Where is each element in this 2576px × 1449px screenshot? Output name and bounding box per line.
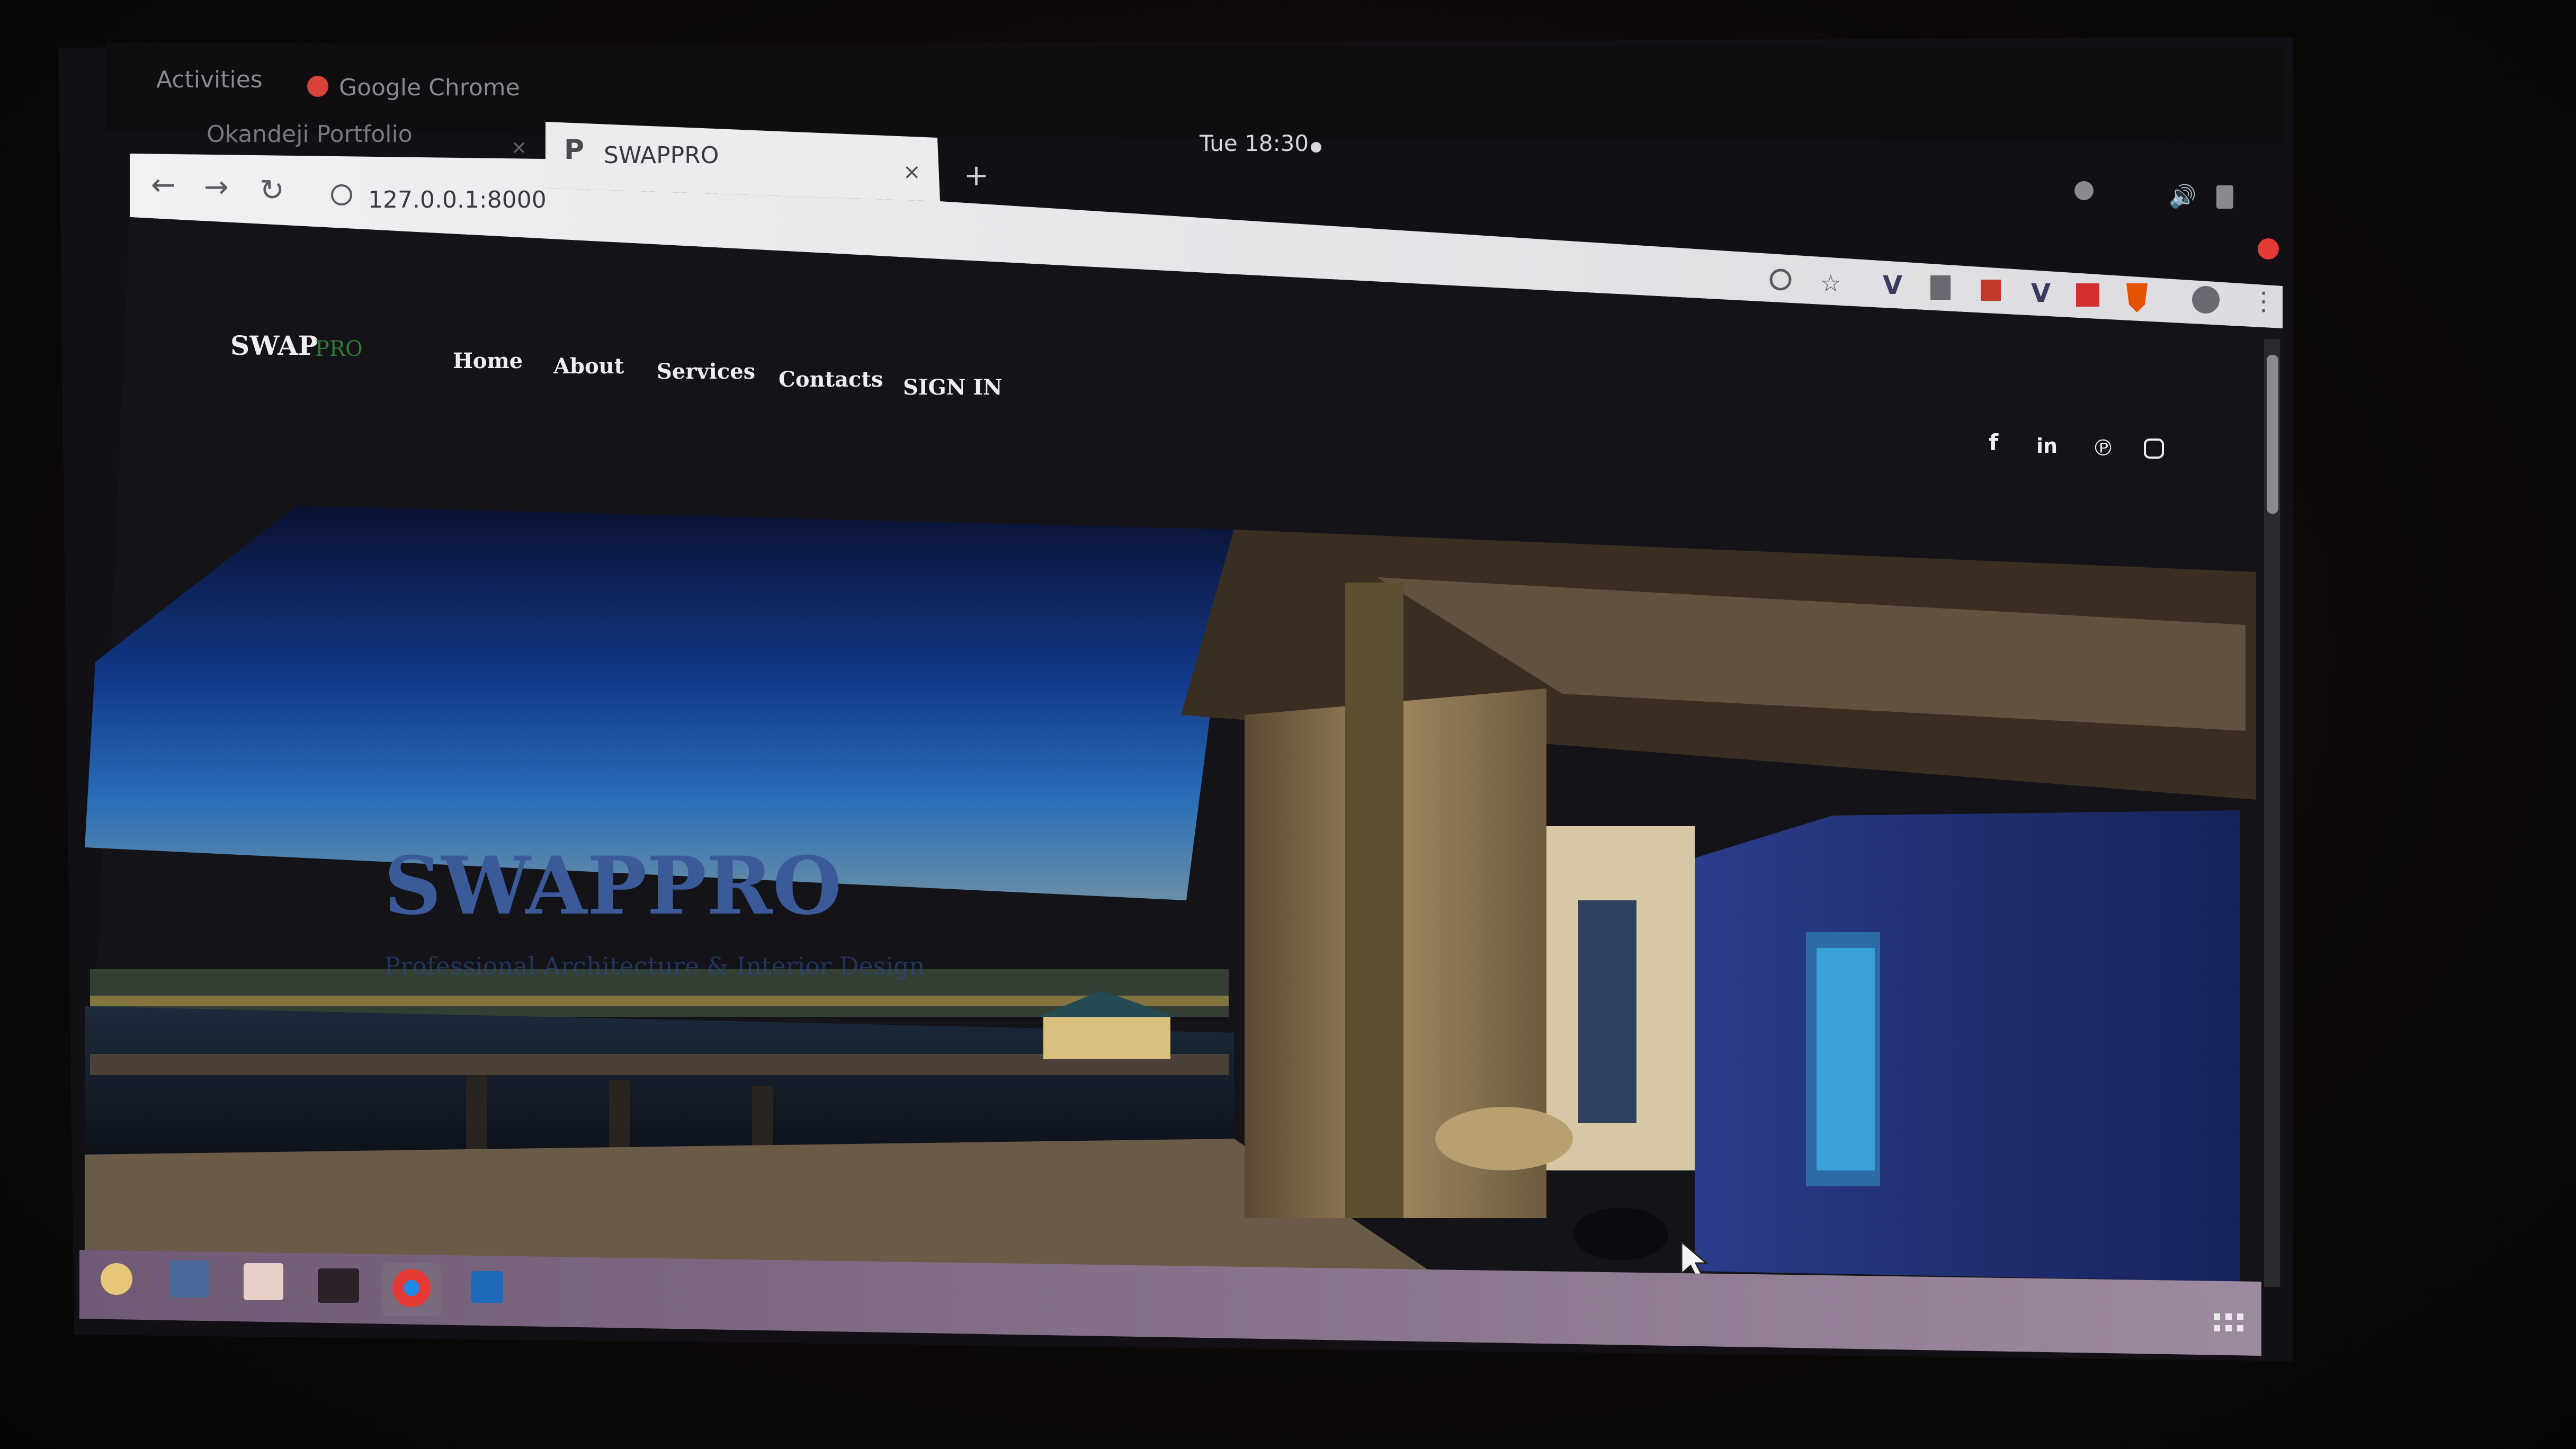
clock[interactable]: Tue 18:30 <box>1199 130 1309 156</box>
extension-red2-icon[interactable] <box>2076 283 2099 307</box>
accessibility-icon[interactable] <box>2074 181 2094 200</box>
nav-services[interactable]: Services <box>657 359 755 384</box>
facebook-icon[interactable]: f <box>1989 430 1999 455</box>
terminal-app-icon[interactable] <box>318 1268 359 1303</box>
extension-red-icon[interactable] <box>1981 280 2001 301</box>
nav-home[interactable]: Home <box>453 348 523 373</box>
back-arrow-icon[interactable]: ← <box>151 168 176 202</box>
scrollbar-thumb[interactable] <box>2267 355 2278 514</box>
tab-close-icon[interactable]: × <box>511 137 527 158</box>
logo-main[interactable]: SWAP <box>230 330 318 361</box>
menu-kebab-icon[interactable]: ⋮ <box>2251 287 2276 316</box>
photo-of-monitor: Activities Google Chrome Tue 18:30 Okand… <box>0 0 2576 1449</box>
linkedin-icon[interactable]: in <box>2036 434 2058 458</box>
forward-arrow-icon[interactable]: → <box>204 170 229 204</box>
hero-subtitle: Professional Architecture & Interior Des… <box>384 952 925 980</box>
nav-about[interactable]: About <box>553 354 624 379</box>
new-tab-button[interactable]: + <box>964 158 989 193</box>
window-close-icon[interactable] <box>2258 238 2279 260</box>
activities-button[interactable]: Activities <box>156 66 263 93</box>
notification-dot <box>1311 142 1321 153</box>
screen-drawing: Activities Google Chrome Tue 18:30 Okand… <box>58 37 2293 1361</box>
hero-title: SWAPPRO <box>384 839 842 933</box>
reload-icon[interactable]: ↻ <box>260 173 284 208</box>
power-icon[interactable] <box>2216 185 2233 209</box>
chrome-app-menu-icon <box>307 76 328 97</box>
network-app-icon[interactable] <box>169 1260 209 1298</box>
tab-favicon-icon: P <box>564 134 584 166</box>
url-bar[interactable]: 127.0.0.1:8000 <box>368 186 547 213</box>
logo-accent[interactable]: PRO <box>315 337 363 361</box>
extension-doc-icon[interactable] <box>1930 275 1951 300</box>
nav-sign-in[interactable]: SIGN IN <box>903 375 1003 400</box>
pinterest-icon[interactable]: ℗ <box>2092 435 2114 461</box>
tab-label-swappro: SWAPPRO <box>604 142 719 169</box>
extension-v2-icon[interactable]: V <box>2031 279 2051 308</box>
vscode-app-icon[interactable] <box>471 1271 503 1303</box>
tab-close-icon[interactable]: × <box>903 160 921 184</box>
files-app-icon[interactable] <box>244 1263 283 1300</box>
nav-contacts[interactable]: Contacts <box>779 367 883 392</box>
volume-icon[interactable]: 🔊 <box>2169 183 2196 210</box>
settings-app-icon[interactable] <box>101 1263 132 1295</box>
tab-okandeji-portfolio[interactable]: Okandeji Portfolio <box>207 121 413 148</box>
app-menu-button[interactable]: Google Chrome <box>339 74 520 101</box>
bookmark-star-icon[interactable]: ☆ <box>1820 270 1841 297</box>
profile-avatar-icon[interactable] <box>2192 286 2220 314</box>
extension-v-icon[interactable]: V <box>1883 271 1902 300</box>
